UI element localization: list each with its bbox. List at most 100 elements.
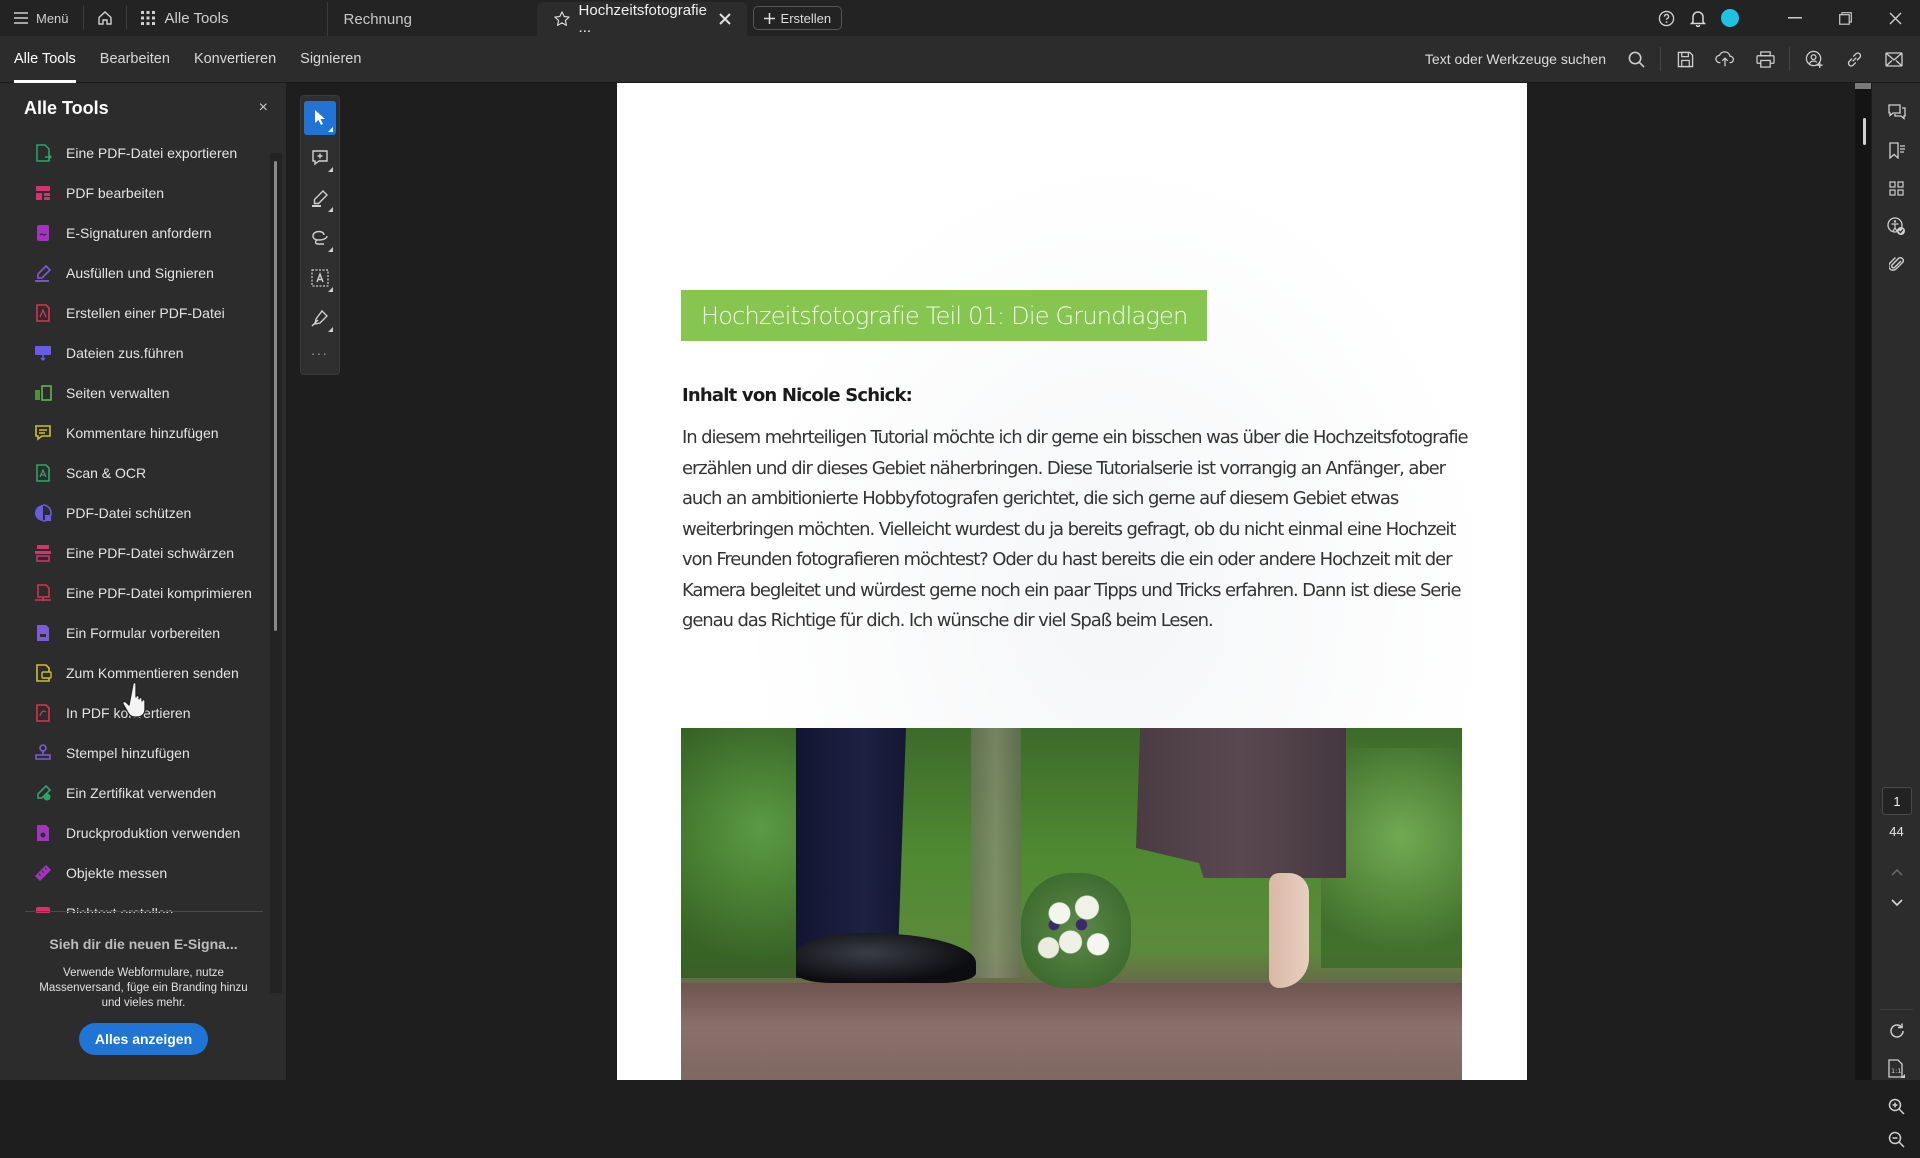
search-tools-label[interactable]: Text oder Werkzeuge suchen [1425, 51, 1606, 67]
tab-signieren[interactable]: Signieren [288, 36, 373, 83]
bookmark-icon [1888, 141, 1906, 159]
comments-panel-button[interactable] [1872, 93, 1920, 131]
tool-item-fill-sign[interactable]: Ausfüllen und Signieren [0, 253, 270, 293]
tool-item-redact-pdf[interactable]: Eine PDF-Datei schwärzen [0, 533, 270, 573]
close-tab-icon[interactable] [718, 13, 731, 25]
tool-item-certificate[interactable]: Ein Zertifikat verwenden [0, 773, 270, 813]
tool-item-label: Seiten verwalten [66, 385, 170, 401]
search-icon [1628, 51, 1645, 68]
scrollbar-thumb[interactable] [274, 161, 277, 631]
text-select-tool-button[interactable] [304, 261, 336, 295]
tab-alle-tools[interactable]: Alle Tools [14, 36, 88, 83]
upload-button[interactable] [1705, 39, 1745, 79]
avatar [1721, 9, 1739, 27]
tools-scrollbar[interactable] [270, 153, 282, 993]
bookmarks-panel-button[interactable] [1872, 131, 1920, 169]
link-icon [1846, 51, 1863, 68]
actual-size-button[interactable]: 1:1 [1872, 1049, 1920, 1087]
tab-label: Rechnung [343, 10, 412, 28]
rotate-button[interactable] [1872, 1012, 1920, 1050]
pen-icon [311, 189, 329, 207]
close-panel-button[interactable]: × [259, 99, 268, 117]
bell-icon [1690, 9, 1706, 27]
title-bar: Menü Alle Tools Rechnung Hochzeitsfotogr… [0, 0, 1920, 36]
tool-item-more-tool[interactable]: Richtext erstellen [0, 893, 270, 913]
sign-tool-button[interactable] [304, 301, 336, 335]
tool-item-stamp[interactable]: Stempel hinzufügen [0, 733, 270, 773]
home-button[interactable] [84, 0, 126, 36]
all-tools-tab-label: Alle Tools [164, 9, 229, 27]
tool-item-label: Druckproduktion verwenden [66, 825, 241, 841]
profile-button[interactable] [1714, 0, 1746, 36]
photo-ground [681, 983, 1462, 1080]
document-scrollbar[interactable] [1855, 83, 1871, 1080]
tool-item-create-pdf[interactable]: Erstellen einer PDF-Datei [0, 293, 270, 333]
tool-item-compress-pdf[interactable]: Eine PDF-Datei komprimieren [0, 573, 270, 613]
show-all-button[interactable]: Alles anzeigen [78, 1023, 209, 1055]
draw-tool-button[interactable] [304, 221, 336, 255]
save-button[interactable] [1665, 39, 1705, 79]
menu-button[interactable]: Menü [0, 0, 83, 36]
tool-item-label: Stempel hinzufügen [66, 745, 190, 761]
rotate-icon [1888, 1022, 1906, 1040]
pdf-page[interactable]: Hochzeitsfotografie Teil 01: Die Grundla… [617, 83, 1527, 1080]
email-button[interactable] [1874, 39, 1914, 79]
help-button[interactable] [1650, 0, 1682, 36]
print-button[interactable] [1745, 39, 1785, 79]
svg-text:1:1: 1:1 [1891, 1067, 1901, 1075]
restore-button[interactable] [1820, 0, 1870, 36]
all-tools-tab[interactable]: Alle Tools [127, 0, 327, 36]
tab-bearbeiten[interactable]: Bearbeiten [88, 36, 182, 83]
tool-item-measure[interactable]: Objekte messen [0, 853, 270, 893]
select-tool-button[interactable] [304, 101, 336, 135]
tool-item-prepare-form[interactable]: Ein Formular vorbereiten [0, 613, 270, 653]
share-user-button[interactable] [1794, 39, 1834, 79]
highlight-tool-button[interactable] [304, 181, 336, 215]
tool-item-edit-pdf[interactable]: PDF bearbeiten [0, 173, 270, 213]
more-tools-button[interactable]: ... [311, 342, 329, 358]
document-author: Inhalt von Nicole Schick: [682, 385, 913, 406]
document-body: In diesem mehrteiligen Tutorial möchte i… [682, 427, 1469, 631]
tool-item-scan-ocr[interactable]: Scan & OCR [0, 453, 270, 493]
tab-hochzeitsfotografie[interactable]: Hochzeitsfotografie ... [536, 2, 747, 36]
accessibility-panel-button[interactable] [1872, 207, 1920, 245]
thumbnails-icon [1889, 180, 1904, 196]
scrollbar-thumb[interactable] [1863, 118, 1866, 145]
minimize-button[interactable] [1770, 0, 1820, 36]
notifications-button[interactable] [1682, 0, 1714, 36]
attachments-panel-button[interactable] [1872, 245, 1920, 283]
tab-rechnung[interactable]: Rechnung [326, 2, 537, 36]
photo-groom-shoe [796, 933, 976, 983]
current-page-input[interactable]: 1 [1882, 787, 1912, 815]
submenu-indicator [328, 287, 333, 292]
tool-item-organize-pages[interactable]: Seiten verwalten [0, 373, 270, 413]
next-page-button[interactable] [1872, 884, 1920, 922]
tool-item-print-production[interactable]: Druckproduktion verwenden [0, 813, 270, 853]
zoom-out-button[interactable] [1872, 1120, 1920, 1158]
tool-item-label: Objekte messen [66, 865, 168, 881]
printer-icon [1755, 50, 1775, 68]
search-button[interactable] [1616, 39, 1656, 79]
close-window-button[interactable] [1870, 0, 1920, 36]
chevron-up-icon [1890, 868, 1903, 876]
tool-item-combine-files[interactable]: Dateien zus.führen [0, 333, 270, 373]
tab-konvertieren[interactable]: Konvertieren [182, 36, 288, 83]
tool-item-request-esign[interactable]: E-Signaturen anfordern [0, 213, 270, 253]
thumbnails-panel-button[interactable] [1872, 169, 1920, 207]
divider [25, 911, 263, 912]
star-icon[interactable] [553, 10, 571, 28]
divider [1660, 47, 1661, 71]
accessibility-check-icon [1887, 216, 1906, 236]
lasso-icon [311, 230, 329, 246]
tool-item-label: Kommentare hinzufügen [66, 425, 219, 441]
tool-item-label: PDF bearbeiten [66, 185, 165, 201]
create-button[interactable]: Erstellen [752, 6, 843, 30]
copy-link-button[interactable] [1834, 39, 1874, 79]
tool-item-protect-pdf[interactable]: PDF-Datei schützen [0, 493, 270, 533]
tool-item-add-comment[interactable]: Kommentare hinzufügen [0, 413, 270, 453]
add-comment-tool-button[interactable] [304, 141, 336, 175]
document-title: Hochzeitsfotografie Teil 01: Die Grundla… [681, 290, 1208, 341]
measure-icon [34, 864, 52, 882]
photo-bouquet [1021, 873, 1131, 988]
tool-item-export-pdf[interactable]: Eine PDF-Datei exportieren [0, 133, 270, 173]
